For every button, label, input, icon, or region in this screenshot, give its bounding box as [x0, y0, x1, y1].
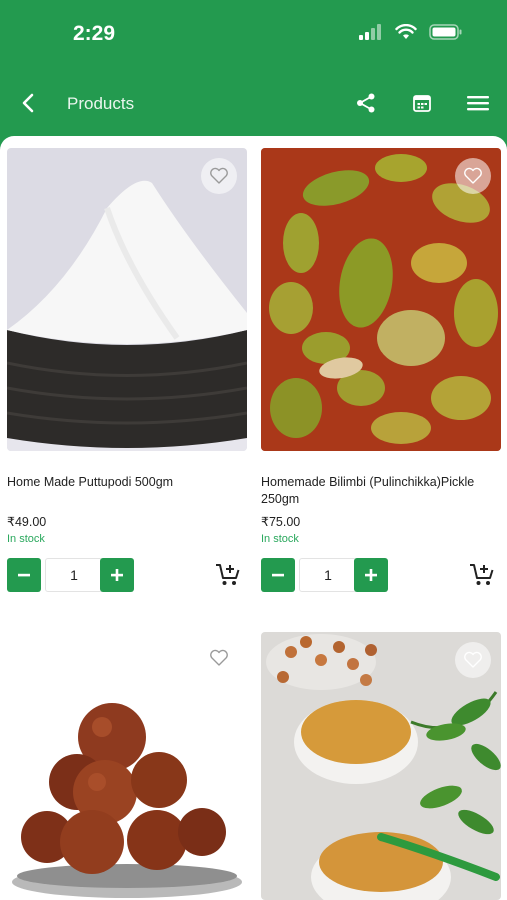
product-name[interactable]: Homemade Bilimbi (Pulinchikka)Pickle 250… — [261, 474, 501, 508]
wifi-icon — [395, 24, 417, 39]
product-card[interactable] — [261, 632, 501, 900]
status-icons — [359, 24, 463, 40]
decrease-qty-button[interactable] — [261, 558, 295, 592]
product-image[interactable] — [261, 632, 501, 900]
calendar-icon — [413, 95, 431, 112]
status-time: 2:29 — [73, 22, 116, 45]
heart-icon — [210, 649, 228, 666]
quantity-input[interactable]: 1 — [45, 558, 103, 592]
add-to-cart-icon — [216, 564, 240, 585]
favorite-button[interactable] — [201, 158, 237, 194]
product-price: ₹49.00 — [7, 515, 47, 529]
minus-icon — [18, 573, 30, 577]
menu-button[interactable] — [465, 90, 491, 116]
favorite-button[interactable] — [201, 640, 237, 676]
menu-icon — [467, 96, 489, 111]
share-button[interactable] — [353, 90, 379, 116]
cellular-signal-icon — [359, 24, 381, 40]
page-title: Products — [67, 94, 135, 113]
product-card[interactable] — [7, 632, 247, 900]
product-name[interactable]: Home Made Puttupodi 500gm — [7, 474, 247, 491]
product-card[interactable]: Homemade Bilimbi (Pulinchikka)Pickle 250… — [261, 148, 501, 592]
add-to-cart-button[interactable] — [469, 562, 495, 588]
product-image[interactable] — [7, 632, 247, 900]
bilimbi-pickle-image — [261, 148, 501, 451]
quantity-stepper: 1 — [261, 558, 501, 592]
heart-icon — [464, 651, 482, 668]
favorite-button[interactable] — [455, 642, 491, 678]
decrease-qty-button[interactable] — [7, 558, 41, 592]
product-price: ₹75.00 — [261, 515, 301, 529]
product-card[interactable]: Home Made Puttupodi 500gm ₹49.00 In stoc… — [7, 148, 247, 592]
puttupodi-image — [7, 148, 247, 451]
quantity-stepper: 1 — [7, 558, 247, 592]
navbar: Products — [0, 82, 507, 126]
back-button[interactable] — [16, 90, 42, 116]
plus-icon — [365, 569, 377, 581]
product-image[interactable] — [7, 148, 247, 451]
stock-status: In stock — [7, 533, 45, 545]
plus-icon — [111, 569, 123, 581]
stock-status: In stock — [261, 533, 299, 545]
quantity-input[interactable]: 1 — [299, 558, 357, 592]
add-to-cart-button[interactable] — [215, 562, 241, 588]
calendar-button[interactable] — [409, 90, 435, 116]
add-to-cart-icon — [470, 564, 494, 585]
favorite-button[interactable] — [455, 158, 491, 194]
increase-qty-button[interactable] — [100, 558, 134, 592]
product-grid: Home Made Puttupodi 500gm ₹49.00 In stoc… — [0, 136, 507, 900]
back-icon — [22, 93, 34, 113]
heart-icon — [210, 167, 228, 184]
battery-icon — [429, 24, 462, 40]
share-icon — [357, 93, 375, 113]
heart-icon — [464, 167, 482, 184]
product-image[interactable] — [261, 148, 501, 451]
increase-qty-button[interactable] — [354, 558, 388, 592]
app-header: 2:29 Products — [0, 0, 507, 140]
minus-icon — [272, 573, 284, 577]
